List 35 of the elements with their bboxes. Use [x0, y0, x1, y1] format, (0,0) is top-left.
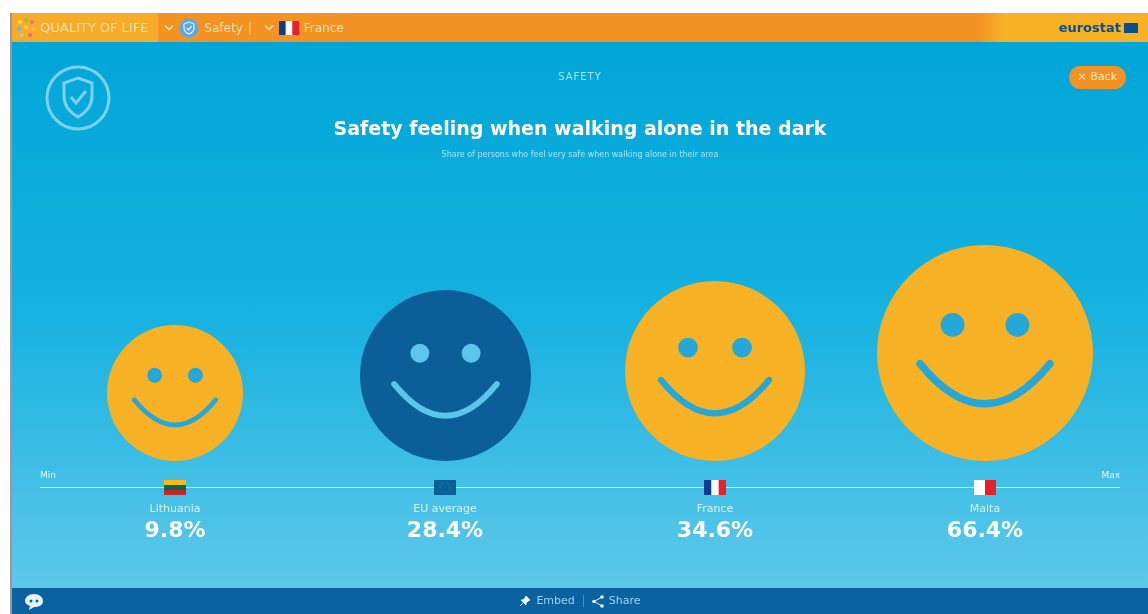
logo-icon — [16, 17, 36, 38]
breadcrumb-item[interactable]: France — [303, 18, 344, 37]
percentage-value: 66.4% — [946, 517, 1024, 542]
app-title: QUALITY OF LIFE — [40, 18, 149, 37]
back-button[interactable]: × Back — [1068, 66, 1126, 89]
country-name: France — [696, 501, 734, 518]
chat-icon[interactable] — [24, 593, 44, 611]
chart-subtitle: Share of persons who feel very safe when walking alone in their area — [441, 148, 719, 161]
flag-icon — [704, 479, 726, 495]
country-name: EU average — [413, 501, 477, 518]
shield-icon — [179, 17, 200, 38]
chevron-down-icon[interactable] — [164, 23, 175, 32]
country-name: Malta — [969, 501, 1001, 518]
breadcrumb-item[interactable]: Safety — [204, 18, 243, 37]
footer-link[interactable]: Embed — [519, 592, 575, 610]
section-caption: SAFETY — [558, 70, 602, 84]
flag-icon — [164, 479, 186, 495]
flag-icon — [434, 479, 456, 495]
flag-icon — [1124, 22, 1138, 33]
shield-icon — [44, 64, 112, 132]
breadcrumb-separator: | — [247, 19, 252, 37]
flag-icon — [974, 479, 996, 495]
percentage-value: 9.8% — [144, 517, 206, 542]
percentage-value: 28.4% — [406, 517, 484, 542]
scale-max-label: Max — [1101, 469, 1120, 483]
share-icon — [591, 594, 604, 608]
footer-link[interactable]: Share — [591, 592, 641, 610]
pin-icon — [519, 595, 532, 607]
country-name: Lithuania — [149, 501, 201, 518]
flag-icon — [278, 20, 299, 35]
chevron-down-icon[interactable] — [263, 23, 274, 32]
scale-min-label: Min — [40, 469, 56, 483]
chart-title: Safety feeling when walking alone in the dark — [333, 116, 827, 141]
percentage-value: 34.6% — [676, 517, 754, 542]
brand-logo-text: eurostat — [1058, 18, 1121, 37]
